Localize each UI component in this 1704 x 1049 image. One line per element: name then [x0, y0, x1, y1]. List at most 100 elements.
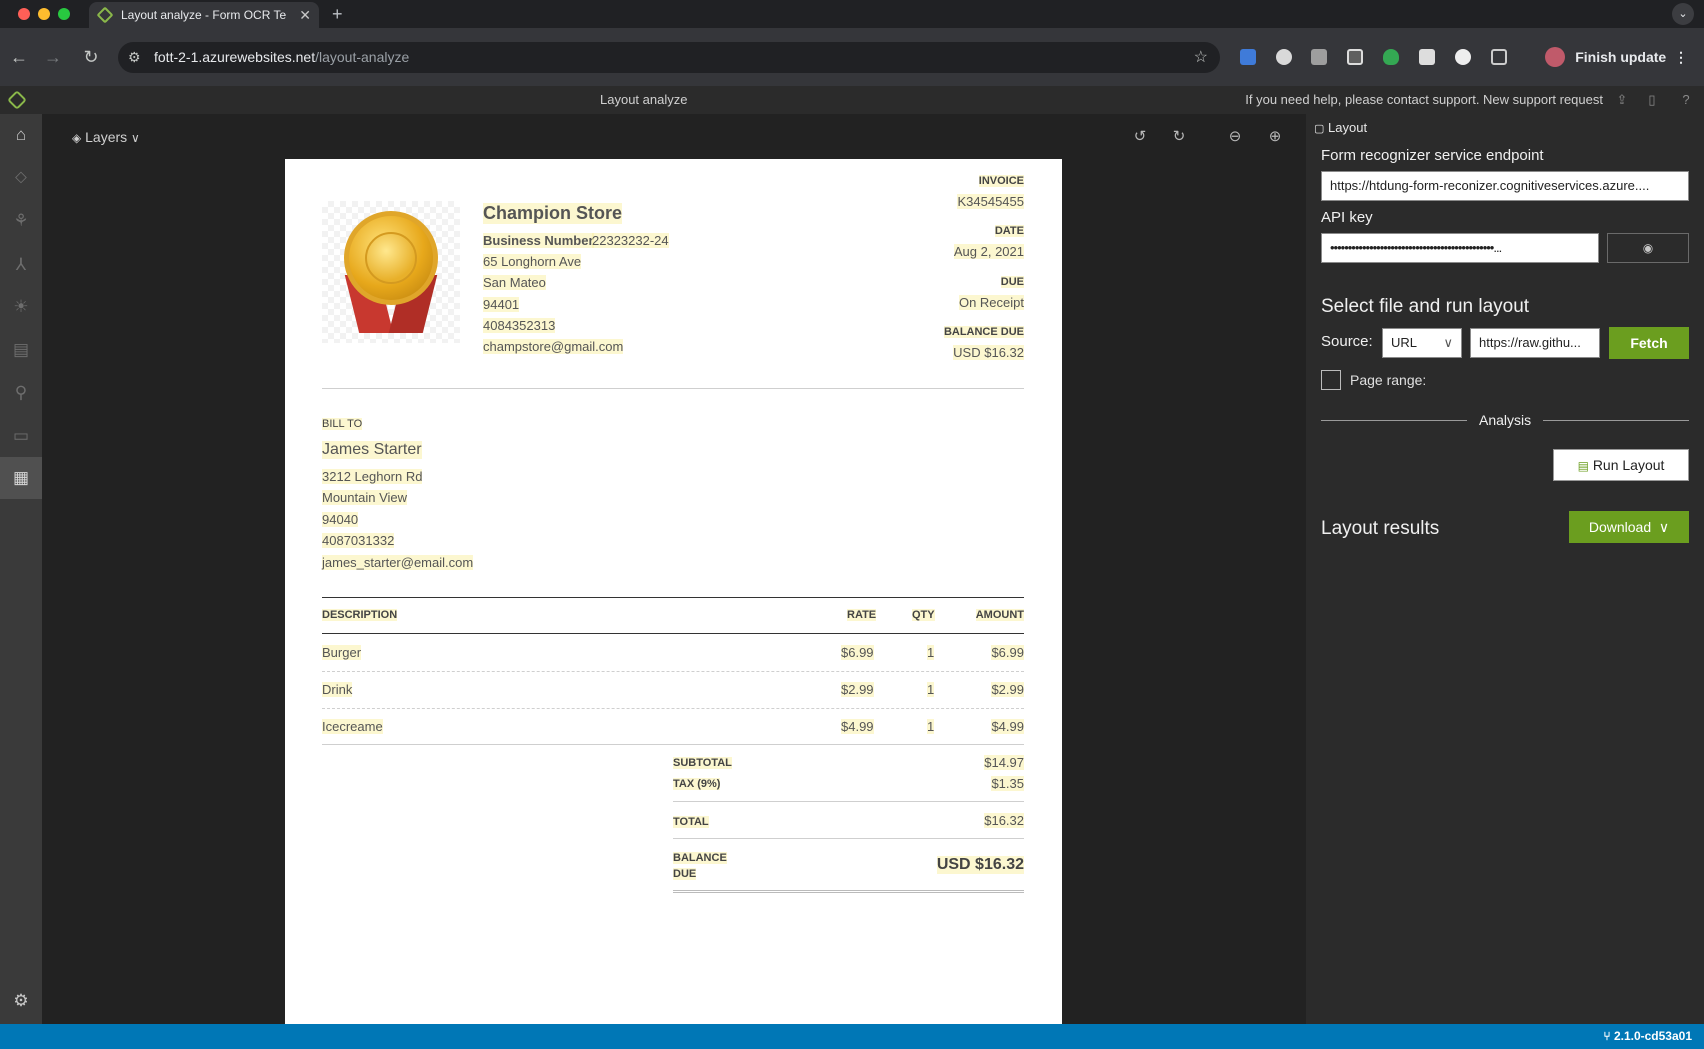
download-button[interactable]: Download ∨ [1569, 511, 1689, 543]
row-description: Drink [322, 682, 353, 697]
help-icon[interactable]: ? [1679, 93, 1693, 107]
keyboard-shortcuts-icon[interactable]: ▯ [1645, 93, 1659, 107]
layout-analyze-icon[interactable]: ▦ [0, 457, 42, 499]
run-layout-label: Run Layout [1592, 457, 1665, 473]
extension-icon[interactable] [1276, 49, 1292, 65]
show-key-eye-icon[interactable]: ◉ [1607, 233, 1689, 263]
store-name: Champion Store [483, 203, 623, 224]
rotate-left-icon[interactable]: ↺ [1131, 128, 1149, 146]
invoice-document: Champion Store Business Number 22323232-… [285, 159, 1062, 1024]
git-branch-icon: ⑂ [1603, 1029, 1611, 1043]
forward-icon[interactable]: → [38, 42, 68, 72]
zoom-in-icon[interactable]: ⊕ [1266, 128, 1284, 146]
panel-header: ▢ Layout [1314, 120, 1367, 135]
col-amount: AMOUNT [975, 609, 1024, 621]
divider [673, 838, 1024, 839]
chevron-down-icon: ∨ [1655, 519, 1670, 535]
run-layout-button[interactable]: ▤ Run Layout [1553, 449, 1689, 481]
tab-title: Layout analyze - Form OCR Te [121, 8, 287, 22]
tax-label: TAX (9%) [673, 778, 721, 790]
train-icon[interactable]: ⚘ [0, 200, 42, 242]
row-qty: 1 [927, 645, 935, 660]
url-path: /layout-analyze [315, 49, 410, 65]
finish-update-button[interactable]: Finish update ⋮ [1575, 44, 1688, 70]
rotate-right-icon[interactable]: ↻ [1170, 128, 1188, 146]
translate-extension-icon[interactable] [1240, 49, 1256, 65]
source-select[interactable]: URL ∨ [1382, 328, 1462, 358]
analyze-icon[interactable]: ☀ [0, 286, 42, 328]
settings-gear-icon[interactable]: ⚙ [0, 980, 42, 1022]
page-range-checkbox[interactable] [1321, 370, 1341, 390]
invoice-number: K34545455 [957, 194, 1024, 209]
divider [322, 388, 1024, 389]
share-icon[interactable]: ⇪ [1615, 93, 1629, 107]
minimize-window-dot[interactable] [38, 8, 50, 20]
url-input[interactable]: https://raw.githu... [1470, 328, 1600, 358]
version-label: ⑂ 2.1.0-cd53a01 [1603, 1024, 1692, 1049]
back-icon[interactable]: ← [4, 42, 34, 72]
store-email: champstore@gmail.com [483, 339, 624, 354]
row-rate: $6.99 [841, 645, 874, 660]
address-bar[interactable]: ⚙ fott-2-1.azurewebsites.net/layout-anal… [118, 42, 1220, 73]
bookmark-star-icon[interactable]: ☆ [1194, 42, 1208, 73]
select-file-title: Select file and run layout [1321, 296, 1530, 317]
browser-tab-bar: Layout analyze - Form OCR Te ✕ + ⌄ [0, 0, 1704, 28]
qr-extension-icon[interactable] [1419, 49, 1435, 65]
reload-icon[interactable]: ↻ [76, 42, 106, 72]
endpoint-input[interactable]: https://htdung-form-reconizer.cognitives… [1321, 171, 1689, 201]
tag-editor-icon[interactable]: ⬦ [0, 156, 42, 198]
bill-to-label: BILL TO [322, 418, 363, 430]
total-value: $16.32 [984, 813, 1024, 828]
app-favicon-icon [96, 6, 114, 24]
browser-tab[interactable]: Layout analyze - Form OCR Te ✕ [89, 2, 319, 28]
subtotal-label: SUBTOTAL [673, 757, 732, 769]
extension-icon[interactable] [1311, 49, 1327, 65]
medal-logo [322, 201, 460, 343]
puzzle-extensions-icon[interactable] [1491, 49, 1507, 65]
date-label: DATE [994, 225, 1024, 237]
business-number: 22323232-24 [592, 233, 669, 248]
chevron-down-icon: ∨ [131, 131, 140, 145]
zoom-out-icon[interactable]: ⊖ [1226, 128, 1244, 146]
page-range-label: Page range: [1350, 372, 1427, 388]
connections-icon[interactable]: ⚲ [0, 372, 42, 414]
due-label: DUE [1000, 276, 1024, 288]
customer-address: 3212 Leghorn Rd [322, 469, 423, 484]
business-number-label: Business Number [483, 233, 594, 248]
store-address: 65 Longhorn Ave [483, 254, 582, 269]
file-icon: ▤ [1577, 459, 1589, 473]
store-phone: 4084352313 [483, 318, 556, 333]
tab-search-icon[interactable]: ⌄ [1672, 3, 1694, 25]
balance-label-line2: DUE [673, 868, 697, 880]
fetch-button[interactable]: Fetch [1609, 327, 1689, 359]
profile-avatar[interactable] [1545, 47, 1565, 67]
maximize-window-dot[interactable] [58, 8, 70, 20]
prebuilt-analyze-icon[interactable]: ▤ [0, 329, 42, 371]
support-help-text[interactable]: If you need help, please contact support… [1245, 86, 1603, 114]
customer-city: Mountain View [322, 490, 408, 505]
medal-inner [365, 232, 417, 284]
row-description: Burger [322, 645, 362, 660]
extension-icon[interactable] [1455, 49, 1471, 65]
page-title: Layout analyze [600, 92, 688, 107]
row-amount: $6.99 [991, 645, 1024, 660]
layers-dropdown[interactable]: ◈ Layers ∨ [72, 124, 140, 151]
status-bar: ⑂ 2.1.0-cd53a01 [0, 1024, 1704, 1049]
new-tab-icon[interactable]: + [332, 2, 343, 26]
api-key-input[interactable]: ••••••••••••••••••••••••••••••••••••••••… [1321, 233, 1599, 263]
shield-extension-icon[interactable] [1383, 49, 1399, 65]
extension-icon[interactable] [1347, 49, 1363, 65]
row-description: Icecreame [322, 719, 383, 734]
balance-due-value: USD $16.32 [953, 345, 1024, 360]
model-compose-icon[interactable]: ⅄ [0, 244, 42, 286]
double-rule [673, 890, 1024, 893]
site-info-icon[interactable]: ⚙ [128, 42, 141, 73]
tax-value: $1.35 [991, 776, 1024, 791]
table-bottom-rule [322, 744, 1024, 745]
home-icon[interactable]: ⌂ [0, 114, 42, 156]
left-nav-rail: ⌂ ⬦ ⚘ ⅄ ☀ ▤ ⚲ ▭ ▦ ⚙ [0, 114, 42, 1024]
tab-close-icon[interactable]: ✕ [299, 2, 311, 28]
close-window-dot[interactable] [18, 8, 30, 20]
balance-label-line1: BALANCE [673, 852, 727, 864]
id-card-icon[interactable]: ▭ [0, 415, 42, 457]
